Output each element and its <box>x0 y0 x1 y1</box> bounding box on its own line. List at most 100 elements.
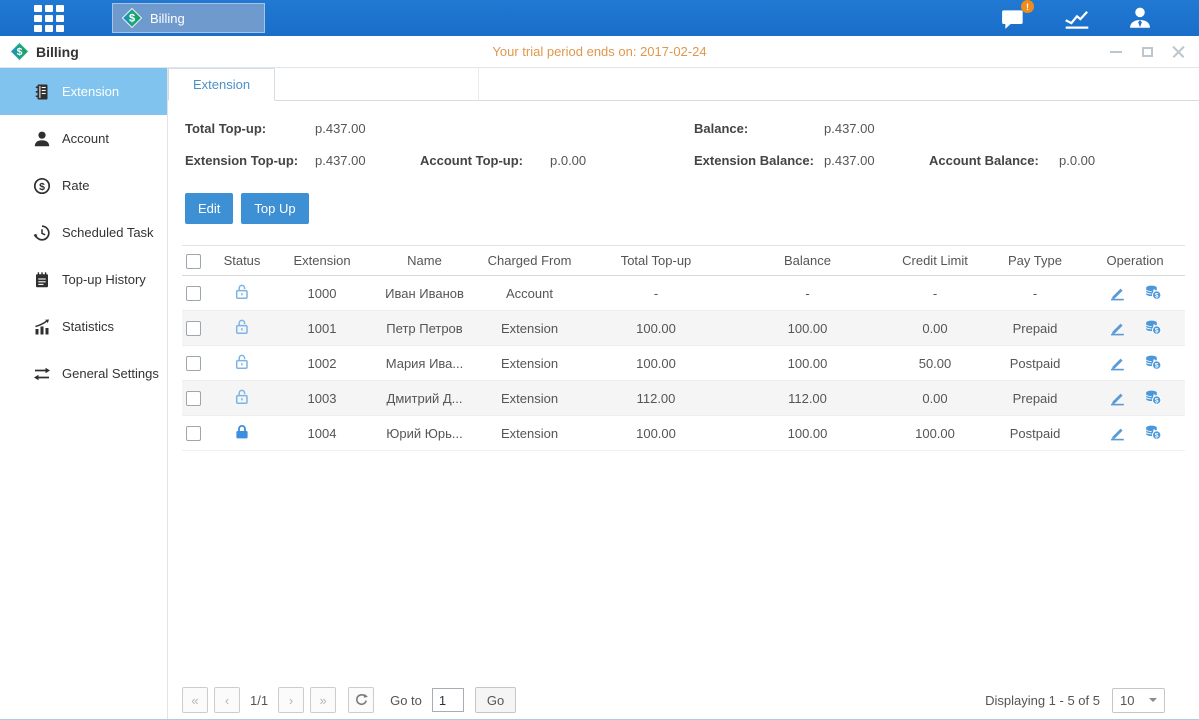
close-icon[interactable] <box>1171 45 1185 59</box>
minimize-icon[interactable] <box>1109 45 1123 59</box>
row-checkbox[interactable] <box>186 356 201 371</box>
refresh-button[interactable] <box>348 687 374 713</box>
sidebar-item-extension[interactable]: Extension <box>0 68 167 115</box>
account-topup-label: Account Top-up: <box>420 153 550 168</box>
credit-limit-cell: 100.00 <box>885 416 985 451</box>
extension-table: Status Extension Name Charged From Total… <box>182 245 1185 451</box>
refresh-icon <box>354 693 368 707</box>
balance-cell: 100.00 <box>730 346 885 381</box>
sidebar-item-label: Top-up History <box>62 272 146 287</box>
status-cell <box>212 346 272 381</box>
user-account-icon[interactable] <box>1127 5 1153 31</box>
sidebar-item-rate[interactable]: $ Rate <box>0 162 167 209</box>
next-page-button[interactable]: › <box>278 687 304 713</box>
last-page-button[interactable]: » <box>310 687 336 713</box>
topup-coins-icon[interactable] <box>1144 353 1162 370</box>
charged-from-cell: Extension <box>477 381 582 416</box>
balance-summary: Total Top-up: p.437.00 Extension Top-up:… <box>168 101 1199 185</box>
charged-from-cell: Extension <box>477 346 582 381</box>
taskbar-tab-billing[interactable]: Billing <box>112 3 265 33</box>
sidebar-item-statistics[interactable]: Statistics <box>0 303 167 350</box>
window-title: Billing <box>36 44 79 60</box>
table-header-row: Status Extension Name Charged From Total… <box>182 246 1185 276</box>
status-cell <box>212 381 272 416</box>
table-row[interactable]: 1001 Петр Петров Extension 100.00 100.00… <box>182 311 1185 346</box>
page-size-select[interactable]: 10 <box>1112 688 1165 713</box>
edit-pencil-icon[interactable] <box>1108 353 1126 371</box>
table-row[interactable]: 1003 Дмитрий Д... Extension 112.00 112.0… <box>182 381 1185 416</box>
maximize-icon[interactable] <box>1140 45 1154 59</box>
messages-icon[interactable]: ! <box>1001 6 1027 30</box>
sidebar-item-label: General Settings <box>62 366 159 381</box>
sidebar-item-general-settings[interactable]: General Settings <box>0 350 167 397</box>
account-balance-label: Account Balance: <box>929 153 1059 168</box>
extension-cell: 1003 <box>272 381 372 416</box>
table-row[interactable]: 1000 Иван Иванов Account - - - - <box>182 276 1185 311</box>
edit-pencil-icon[interactable] <box>1108 423 1126 441</box>
extension-topup-label: Extension Top-up: <box>185 153 315 168</box>
operation-cell <box>1085 381 1185 416</box>
row-checkbox[interactable] <box>186 286 201 301</box>
total-topup-cell: 100.00 <box>582 346 730 381</box>
topup-coins-icon[interactable] <box>1144 388 1162 405</box>
sidebar-item-label: Rate <box>62 178 89 193</box>
billing-diamond-dollar-icon <box>122 8 142 28</box>
balance-cell: 100.00 <box>730 311 885 346</box>
edit-pencil-icon[interactable] <box>1108 318 1126 336</box>
sidebar: Extension Account $ Rate Scheduled Task <box>0 68 168 719</box>
row-checkbox[interactable] <box>186 321 201 336</box>
operation-cell <box>1085 276 1185 311</box>
billing-window-icon <box>10 42 29 61</box>
topup-coins-icon[interactable] <box>1144 318 1162 335</box>
first-page-button[interactable]: « <box>182 687 208 713</box>
column-header-pay-type: Pay Type <box>985 246 1085 276</box>
column-header-extension: Extension <box>272 246 372 276</box>
table-row[interactable]: 1004 Юрий Юрь... Extension 100.00 100.00… <box>182 416 1185 451</box>
sidebar-item-scheduled-task[interactable]: Scheduled Task <box>0 209 167 256</box>
sidebar-item-topup-history[interactable]: Top-up History <box>0 256 167 303</box>
name-cell: Юрий Юрь... <box>372 416 477 451</box>
charged-from-cell: Account <box>477 276 582 311</box>
edit-pencil-icon[interactable] <box>1108 388 1126 406</box>
row-checkbox[interactable] <box>186 391 201 406</box>
column-header-total-topup: Total Top-up <box>582 246 730 276</box>
select-all-checkbox[interactable] <box>186 254 201 269</box>
topup-coins-icon[interactable] <box>1144 283 1162 300</box>
tab-extension[interactable]: Extension <box>168 68 275 101</box>
credit-limit-cell: 0.00 <box>885 311 985 346</box>
balance-value: p.437.00 <box>824 121 929 136</box>
lock-open-icon <box>233 318 251 335</box>
edit-button[interactable]: Edit <box>185 193 233 224</box>
prev-page-button[interactable]: ‹ <box>214 687 240 713</box>
tabstrip-divider <box>478 68 479 100</box>
notebook-icon <box>33 271 51 289</box>
topup-coins-icon[interactable] <box>1144 423 1162 440</box>
column-header-credit-limit: Credit Limit <box>885 246 985 276</box>
sidebar-item-account[interactable]: Account <box>0 115 167 162</box>
top-up-button[interactable]: Top Up <box>241 193 308 224</box>
apps-grid-icon[interactable] <box>34 5 64 32</box>
pay-type-cell: Prepaid <box>985 381 1085 416</box>
table-row[interactable]: 1002 Мария Ива... Extension 100.00 100.0… <box>182 346 1185 381</box>
charged-from-cell: Extension <box>477 311 582 346</box>
extension-cell: 1002 <box>272 346 372 381</box>
balance-label: Balance: <box>694 121 824 136</box>
column-header-name: Name <box>372 246 477 276</box>
lock-open-icon <box>233 353 251 370</box>
resource-monitor-icon[interactable] <box>1064 6 1090 30</box>
edit-pencil-icon[interactable] <box>1108 283 1126 301</box>
tab-label: Extension <box>193 77 250 92</box>
column-header-charged-from: Charged From <box>477 246 582 276</box>
operation-cell <box>1085 416 1185 451</box>
page-indicator: 1/1 <box>250 693 268 708</box>
page-size-value: 10 <box>1120 693 1134 708</box>
go-button[interactable]: Go <box>475 687 516 713</box>
dollar-circle-icon: $ <box>33 177 51 195</box>
extension-table-body: 1000 Иван Иванов Account - - - - <box>182 276 1185 451</box>
lock-open-icon <box>233 388 251 405</box>
status-cell <box>212 416 272 451</box>
clock-icon <box>33 224 51 242</box>
goto-page-input[interactable] <box>432 688 464 712</box>
row-checkbox[interactable] <box>186 426 201 441</box>
operation-cell <box>1085 346 1185 381</box>
